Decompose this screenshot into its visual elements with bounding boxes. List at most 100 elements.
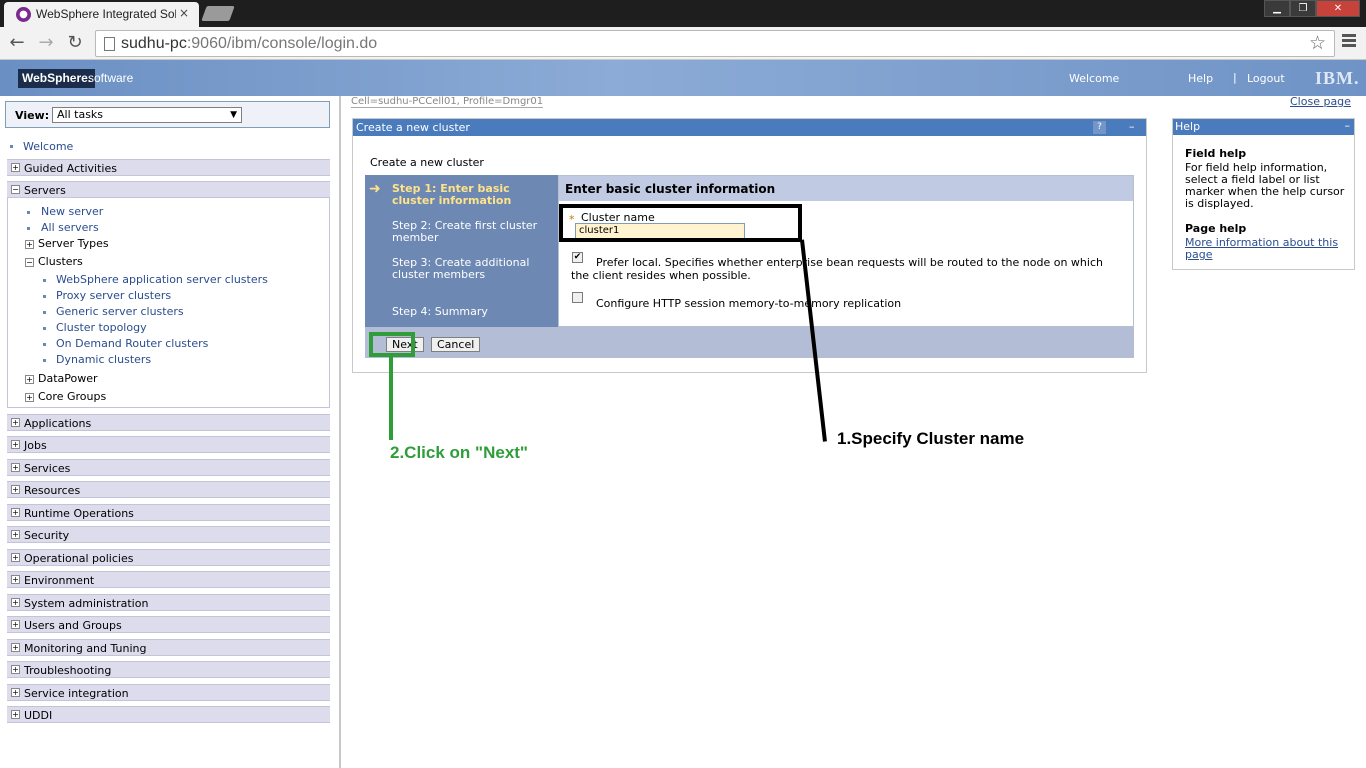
http-replication-checkbox[interactable]	[572, 292, 583, 303]
bullet-icon	[43, 279, 46, 282]
nav-welcome-link[interactable]: Welcome	[23, 140, 73, 153]
nav-group-monitoring-and-tuning[interactable]: + Monitoring and Tuning	[7, 639, 330, 656]
browser-tab[interactable]: ● WebSphere Integrated Sol ×	[4, 2, 199, 27]
expand-icon[interactable]: +	[11, 575, 20, 584]
expand-icon[interactable]: +	[11, 665, 20, 674]
ibm-logo: IBM.	[1315, 68, 1360, 88]
minimize-button[interactable]: ▁	[1264, 0, 1290, 17]
nav-group-applications[interactable]: + Applications	[7, 414, 330, 431]
all-servers-link[interactable]: All servers	[41, 221, 99, 234]
bullet-icon	[43, 327, 46, 330]
view-filter: View: All tasks ▼	[5, 101, 330, 128]
dynamic-clusters-link[interactable]: Dynamic clusters	[56, 353, 151, 366]
expand-icon[interactable]: +	[11, 553, 20, 562]
maximize-button[interactable]: ❐	[1290, 0, 1316, 17]
on-demand-router-clusters-link[interactable]: On Demand Router clusters	[56, 337, 208, 350]
nav-group-security[interactable]: + Security	[7, 526, 330, 543]
back-arrow-icon[interactable]: ←	[6, 32, 28, 53]
collapse-icon[interactable]: −	[25, 258, 34, 267]
servers-subtree: New server All servers + Server Types − …	[7, 197, 330, 408]
core-groups-item[interactable]: Core Groups	[38, 390, 106, 403]
cancel-button[interactable]: Cancel	[431, 337, 481, 352]
wizard-steps: ➜ Step 1: Enter basic cluster informatio…	[365, 175, 558, 327]
expand-icon[interactable]: +	[11, 643, 20, 652]
expand-icon[interactable]: +	[11, 598, 20, 607]
nav-group-troubleshooting[interactable]: + Troubleshooting	[7, 661, 330, 678]
page-help-title: Page help	[1185, 222, 1247, 235]
close-window-button[interactable]: ✕	[1316, 0, 1360, 17]
expand-icon[interactable]: +	[11, 508, 20, 517]
logout-link[interactable]: Logout	[1247, 72, 1285, 85]
nav-group-environment[interactable]: + Environment	[7, 571, 330, 588]
expand-icon[interactable]: +	[11, 440, 20, 449]
nav-group-jobs[interactable]: + Jobs	[7, 436, 330, 453]
nav-group-label: Operational policies	[24, 552, 134, 565]
websphere-app-server-clusters-link[interactable]: WebSphere application server clusters	[56, 273, 268, 286]
nav-group-runtime-operations[interactable]: + Runtime Operations	[7, 504, 330, 521]
websphere-favicon-icon: ●	[16, 7, 31, 22]
generic-server-clusters-link[interactable]: Generic server clusters	[56, 305, 184, 318]
nav-group-label: System administration	[24, 597, 149, 610]
nav-group-label: Security	[24, 529, 70, 542]
nav-group-label: Servers	[24, 184, 66, 197]
cluster-name-highlight	[559, 204, 802, 242]
wizard-title: Create a new cluster	[356, 121, 470, 134]
nav-group-label: Monitoring and Tuning	[24, 642, 147, 655]
page-help-link[interactable]: More information about this page	[1185, 237, 1345, 261]
proxy-server-clusters-link[interactable]: Proxy server clusters	[56, 289, 171, 302]
new-tab-button[interactable]	[201, 6, 235, 21]
welcome-text: Welcome	[1069, 72, 1120, 85]
address-bar[interactable]: sudhu-pc:9060/ibm/console/login.do ☆	[95, 30, 1335, 57]
wizard-subtitle: Create a new cluster	[370, 156, 484, 169]
expand-icon[interactable]: +	[25, 240, 34, 249]
expand-icon[interactable]: +	[11, 418, 20, 427]
view-select[interactable]: All tasks ▼	[52, 107, 242, 123]
reload-icon[interactable]: ↻	[64, 32, 86, 53]
browser-menu-icon[interactable]	[1342, 34, 1356, 49]
nav-group-uddi[interactable]: + UDDI	[7, 706, 330, 723]
minimize-icon[interactable]: –	[1345, 119, 1351, 132]
expand-icon[interactable]: +	[11, 710, 20, 719]
expand-icon[interactable]: +	[25, 393, 34, 402]
expand-icon[interactable]: +	[11, 530, 20, 539]
nav-group-system-administration[interactable]: + System administration	[7, 594, 330, 611]
nav-group-guided-activities[interactable]: + Guided Activities	[7, 159, 330, 176]
forward-arrow-icon[interactable]: →	[35, 32, 57, 53]
nav-group-service-integration[interactable]: + Service integration	[7, 684, 330, 701]
header-separator: |	[1233, 71, 1237, 84]
new-server-link[interactable]: New server	[41, 205, 103, 218]
nav-group-servers[interactable]: − Servers	[7, 181, 330, 198]
nav-group-label: Service integration	[24, 687, 129, 700]
collapse-icon[interactable]: −	[11, 185, 20, 194]
expand-icon[interactable]: +	[25, 375, 34, 384]
minimize-icon[interactable]: –	[1129, 120, 1135, 133]
datapower-item[interactable]: DataPower	[38, 372, 98, 385]
expand-icon[interactable]: +	[11, 463, 20, 472]
nav-group-label: Resources	[24, 484, 81, 497]
bookmark-star-icon[interactable]: ☆	[1309, 32, 1326, 54]
expand-icon[interactable]: +	[11, 688, 20, 697]
navigation-pane: View: All tasks ▼ Welcome + Guided Activ…	[0, 96, 341, 768]
help-question-icon[interactable]: ?	[1093, 121, 1106, 134]
step-1: Step 1: Enter basic cluster information	[392, 182, 512, 207]
server-types-item[interactable]: Server Types	[38, 237, 109, 250]
nav-group-label: Applications	[24, 417, 92, 430]
expand-icon[interactable]: +	[11, 485, 20, 494]
nav-group-label: Runtime Operations	[24, 507, 134, 520]
nav-group-services[interactable]: + Services	[7, 459, 330, 476]
bullet-icon	[43, 311, 46, 314]
tab-close-icon[interactable]: ×	[179, 6, 189, 20]
nav-group-users-and-groups[interactable]: + Users and Groups	[7, 616, 330, 633]
expand-icon[interactable]: +	[11, 163, 20, 172]
nav-group-resources[interactable]: + Resources	[7, 481, 330, 498]
nav-group-label: UDDI	[24, 709, 53, 722]
help-link[interactable]: Help	[1188, 72, 1213, 85]
nav-group-operational-policies[interactable]: + Operational policies	[7, 549, 330, 566]
websphere-logo: WebSphere.	[18, 69, 96, 88]
close-page-link[interactable]: Close page	[1290, 95, 1351, 108]
clusters-item[interactable]: Clusters	[38, 255, 83, 268]
browser-toolbar: ← → ↻ sudhu-pc:9060/ibm/console/login.do…	[0, 27, 1366, 60]
software-label: software	[88, 71, 134, 85]
expand-icon[interactable]: +	[11, 620, 20, 629]
cluster-topology-link[interactable]: Cluster topology	[56, 321, 147, 334]
